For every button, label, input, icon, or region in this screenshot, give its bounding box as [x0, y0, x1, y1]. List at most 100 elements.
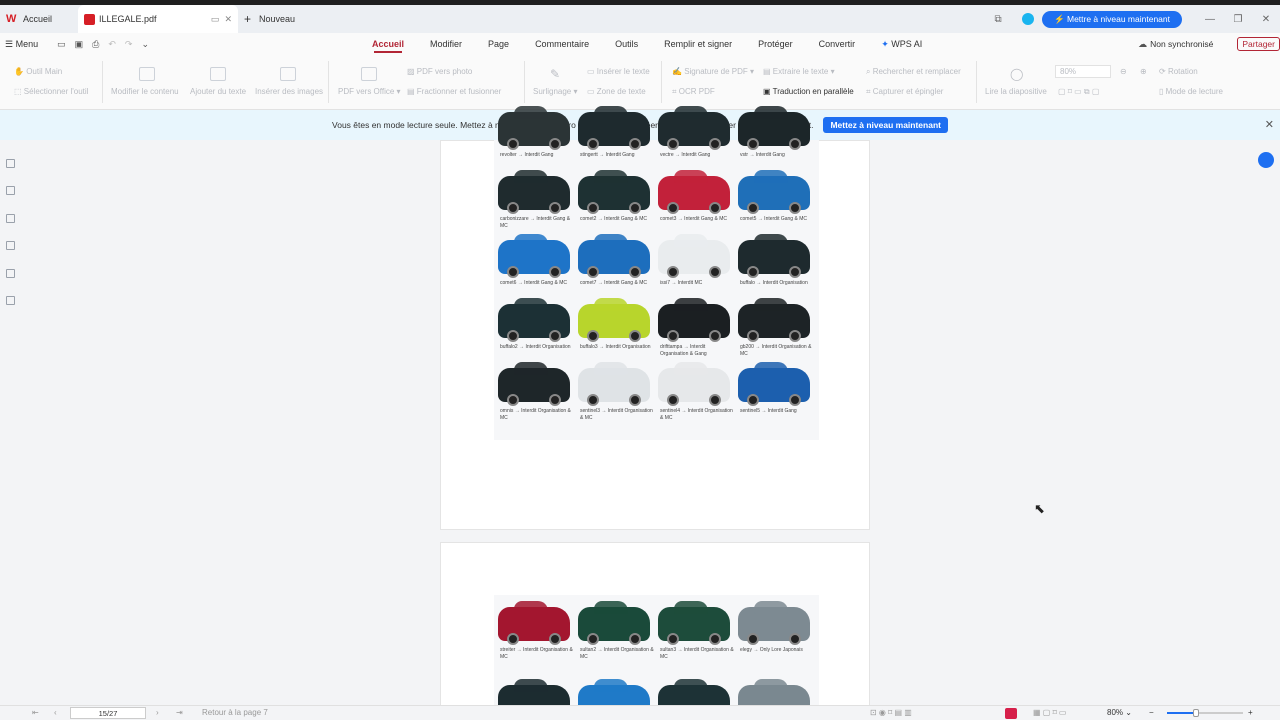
tab-close-icon[interactable]: ✕ [224, 14, 232, 24]
wheel [507, 394, 519, 406]
translate-button[interactable]: ▣ Traduction en parallèle [763, 87, 854, 96]
fit-icons[interactable]: ▦ ▢ ⌑ ▭ [1033, 708, 1066, 717]
rotation-button[interactable]: ⟳ Rotation [1159, 67, 1198, 76]
floating-assistant-button[interactable] [1258, 152, 1274, 168]
car-image [578, 234, 650, 278]
insert-images-button[interactable]: Insérer des images [255, 87, 323, 96]
car-label: buffalo → Interdit Organisation [740, 280, 808, 286]
status-zoom-out-icon[interactable]: − [1149, 708, 1154, 717]
last-page-icon[interactable]: ⇥ [176, 708, 183, 717]
insert-text-label: Insérer le texte [596, 67, 650, 76]
edit-content-button[interactable]: Modifier le contenu [111, 87, 179, 96]
open-folder-icon[interactable]: ▭ [57, 39, 66, 50]
tab-file-label: ILLEGALE.pdf [99, 14, 157, 24]
menu-button[interactable]: ☰ Menu [5, 39, 38, 50]
undo-icon[interactable]: ↶ [108, 39, 116, 50]
underline-button[interactable]: Surlignage ▾ [533, 87, 578, 96]
text-zone-button[interactable]: ▭ Zone de texte [587, 87, 646, 96]
status-zoom-value[interactable]: 80% ⌄ [1107, 708, 1132, 717]
separator [661, 61, 662, 103]
view-mode-icons[interactable]: ⊡ ◉ ⌑ ▤ ▥ [870, 708, 912, 717]
car-label: carbonizzare → Interdit Gang & MC [500, 216, 571, 229]
avatar[interactable] [1022, 13, 1035, 25]
pdf-to-photo-button[interactable]: ▨ PDF vers photo [407, 67, 472, 76]
banner-upgrade-button[interactable]: Mettez à niveau maintenant [823, 117, 948, 133]
ribbon-tab-modifier[interactable]: Modifier [430, 33, 462, 55]
attachment-icon[interactable] [6, 241, 15, 250]
print-icon[interactable]: ⎙ [92, 39, 99, 50]
thumbnail-icon[interactable] [6, 186, 15, 195]
split-merge-button[interactable]: ▤ Fractionner et fusionner [407, 87, 501, 96]
select-tool-button[interactable]: ⬚ Sélectionner l'outil [14, 87, 88, 96]
chevron-down-icon[interactable]: ⌄ [141, 39, 149, 50]
upgrade-button[interactable]: ⚡ Mettre à niveau maintenant [1042, 10, 1182, 28]
ribbon-tab-page[interactable]: Page [488, 33, 509, 55]
redo-icon[interactable]: ↷ [125, 39, 133, 50]
zoom-select[interactable]: 80% [1055, 65, 1111, 78]
share-button[interactable]: Partager [1237, 37, 1280, 51]
next-page-icon[interactable]: › [156, 708, 159, 717]
tab-monitor-icon[interactable]: ▭ [211, 14, 220, 24]
back-to-page[interactable]: Retour à la page 7 [202, 708, 268, 717]
wheel [709, 266, 721, 278]
ocr-button[interactable]: ⌗ OCR PDF [672, 87, 715, 97]
tab-home[interactable]: W Accueil [0, 5, 75, 33]
wheel [709, 202, 721, 214]
close-window-icon[interactable]: ✕ [1252, 14, 1280, 25]
banner-close-icon[interactable]: ✕ [1265, 118, 1274, 131]
ai-sparkle-icon: ✦ [881, 39, 889, 49]
window-tile-icon[interactable]: ⧉ [984, 14, 1012, 25]
wheel [747, 330, 759, 342]
tab-file[interactable]: ILLEGALE.pdf ▭ ✕ [78, 5, 238, 33]
first-page-icon[interactable]: ⇤ [32, 708, 39, 717]
cloud-icon: ☁ [1138, 38, 1148, 49]
pdf-to-office-button[interactable]: PDF vers Office ▾ [338, 87, 401, 96]
capture-pin-button[interactable]: ⌗ Capturer et épingler [866, 87, 943, 97]
ribbon-tab-convertir[interactable]: Convertir [819, 33, 856, 55]
tab-home-label: Accueil [23, 14, 53, 24]
add-text-button[interactable]: Ajouter du texte [190, 87, 246, 96]
page-indicator[interactable]: 15/27 [70, 707, 146, 719]
car-image [578, 601, 650, 645]
ribbon-tab-wps-ai[interactable]: ✦ WPS AI [881, 33, 922, 55]
layers-icon[interactable] [6, 296, 15, 305]
status-zoom-in-icon[interactable]: + [1248, 708, 1253, 717]
wheel [747, 633, 759, 645]
wheel [747, 394, 759, 406]
minimize-icon[interactable]: — [1196, 14, 1224, 25]
tab-new[interactable]: + Nouveau [238, 5, 308, 33]
pdf-signature-button[interactable]: ✍ Signature de PDF ▾ [672, 67, 754, 76]
wheel [667, 266, 679, 278]
search-replace-button[interactable]: ⌕ Rechercher et remplacer [866, 67, 961, 77]
zoom-slider-handle[interactable] [1193, 709, 1199, 717]
ribbon-tab-outils[interactable]: Outils [615, 33, 638, 55]
insert-text-button[interactable]: ▭ Insérer le texte [587, 67, 650, 76]
read-slide-button[interactable]: Lire la diapositive [985, 87, 1047, 96]
translate-label: Traduction en parallèle [772, 87, 854, 96]
hamburger-icon: ☰ [5, 38, 14, 49]
save-icon[interactable]: ▣ [75, 39, 84, 50]
maximize-icon[interactable]: ❐ [1224, 14, 1252, 25]
zoom-out-icon[interactable]: ⊖ [1120, 67, 1127, 76]
wps-ai-label: WPS AI [891, 39, 923, 49]
zoom-slider[interactable] [1167, 712, 1243, 714]
reading-mode-button[interactable]: ▯ Mode de lecture [1159, 87, 1223, 96]
car-label: sentinel4 → Interdit Organisation & MC [660, 408, 733, 421]
sync-status[interactable]: Non synchronisé [1150, 39, 1213, 49]
ribbon-tab-proteger[interactable]: Protéger [758, 33, 793, 55]
ribbon-tab-remplir[interactable]: Remplir et signer [664, 33, 732, 55]
prev-page-icon[interactable]: ‹ [54, 708, 57, 717]
signature-icon[interactable] [6, 269, 15, 278]
ribbon-tab-accueil[interactable]: Accueil [372, 33, 404, 55]
extract-text-button[interactable]: ▤ Extraire le texte ▾ [763, 67, 835, 76]
play-slideshow-icon[interactable] [1005, 708, 1017, 719]
comment-icon[interactable] [6, 214, 15, 223]
zoom-in-icon[interactable]: ⊕ [1140, 67, 1147, 76]
bookmark-icon[interactable] [6, 159, 15, 168]
car-label: elegy → Only Lore Japonais [740, 647, 803, 653]
fit-page-icon[interactable]: ▢ ⌑ ▭ ⧉ ▢ [1058, 87, 1099, 97]
wheel [667, 138, 679, 150]
car-image [738, 362, 810, 406]
ribbon-tab-commentaire[interactable]: Commentaire [535, 33, 589, 55]
hand-tool-button[interactable]: ✋ Outil Main [14, 67, 62, 76]
